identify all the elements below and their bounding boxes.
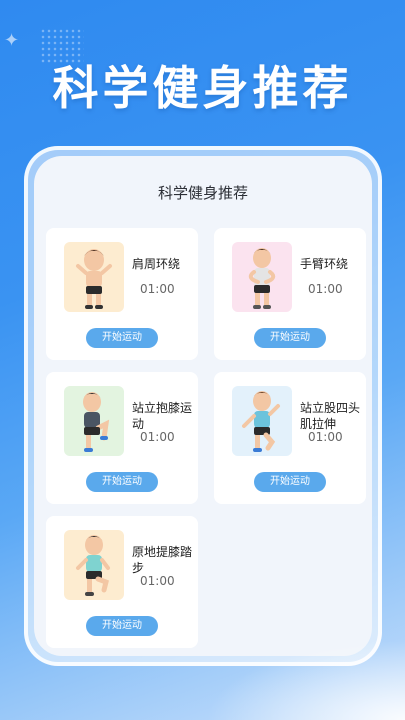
panel-inner: 科学健身推荐 肩周环绕 01:00 开始运动 手臂环绕 01:00 开始运动 站… <box>34 156 372 656</box>
exercise-name: 手臂环绕 <box>300 257 349 271</box>
figure-quad-stretch-icon <box>232 386 292 456</box>
exercise-name: 站立抱膝运动 <box>132 401 193 431</box>
recommend-panel: 科学健身推荐 肩周环绕 01:00 开始运动 手臂环绕 01:00 开始运动 站… <box>24 146 382 666</box>
start-exercise-button[interactable]: 开始运动 <box>86 328 158 348</box>
figure-high-knee-icon <box>64 530 124 600</box>
exercise-name: 站立股四头肌拉伸 <box>300 401 361 431</box>
corner-glow <box>205 640 405 720</box>
start-exercise-button[interactable]: 开始运动 <box>86 472 158 492</box>
exercise-name: 原地提膝踏步 <box>132 545 193 575</box>
start-exercise-button[interactable]: 开始运动 <box>86 616 158 636</box>
exercise-card[interactable]: 肩周环绕 01:00 开始运动 <box>46 228 198 360</box>
hero-title: 科学健身推荐 <box>52 61 353 115</box>
figure-arm-circle-icon <box>232 242 292 312</box>
panel-title: 科学健身推荐 <box>157 184 248 202</box>
exercise-duration: 01:00 <box>308 430 343 444</box>
exercise-name: 肩周环绕 <box>132 257 181 271</box>
exercise-card[interactable]: 站立抱膝运动 01:00 开始运动 <box>46 372 198 504</box>
figure-shoulder-roll-icon <box>64 242 124 312</box>
exercise-card[interactable]: 原地提膝踏步 01:00 开始运动 <box>46 516 198 648</box>
exercise-duration: 01:00 <box>140 574 175 588</box>
sparkle-icon: ✦ <box>4 30 20 51</box>
exercise-duration: 01:00 <box>140 282 175 296</box>
start-exercise-button[interactable]: 开始运动 <box>254 472 326 492</box>
exercise-duration: 01:00 <box>308 282 343 296</box>
exercise-duration: 01:00 <box>140 430 175 444</box>
figure-knee-hug-icon <box>64 386 124 456</box>
exercise-card[interactable]: 手臂环绕 01:00 开始运动 <box>214 228 366 360</box>
exercise-card[interactable]: 站立股四头肌拉伸 01:00 开始运动 <box>214 372 366 504</box>
start-exercise-button[interactable]: 开始运动 <box>254 328 326 348</box>
